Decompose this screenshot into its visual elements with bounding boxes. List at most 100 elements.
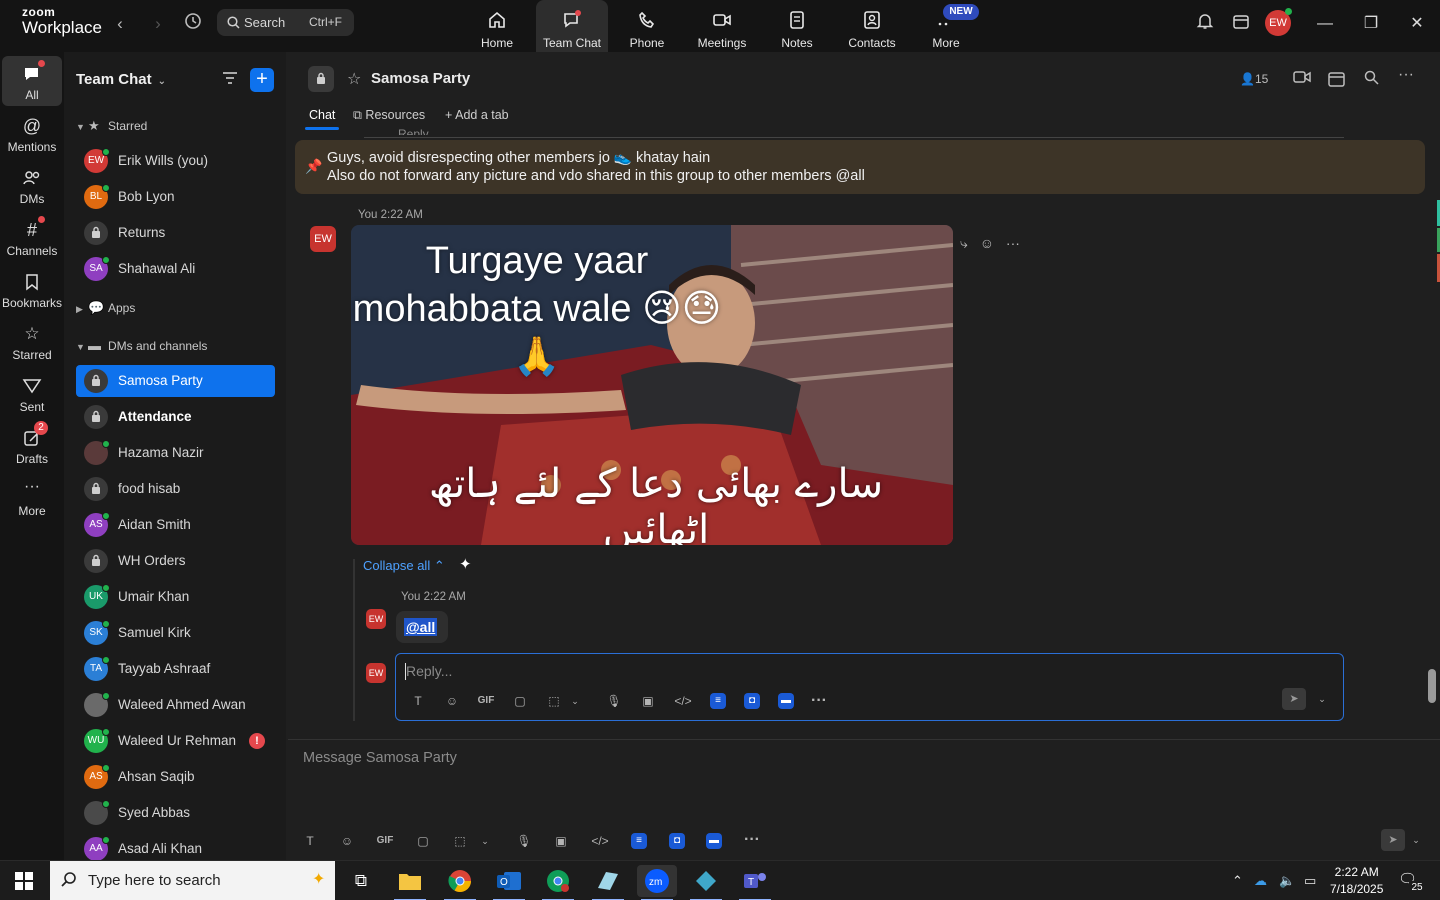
tray-chevron-up-icon[interactable]: ⌃ — [1232, 873, 1243, 889]
pinned-message[interactable]: 📌 Guys, avoid disrespecting other member… — [295, 140, 1425, 194]
task-view-icon[interactable]: ⧉ — [341, 865, 381, 897]
code-snippet-icon[interactable]: </> — [673, 691, 693, 711]
history-icon[interactable] — [181, 12, 205, 36]
chat-scrollbar[interactable] — [1428, 136, 1436, 726]
onedrive-icon[interactable]: ☁ — [1254, 873, 1267, 889]
more-actions-icon[interactable]: ··· — [1006, 235, 1020, 251]
rail-all[interactable]: All — [2, 56, 62, 106]
file-icon[interactable]: ▢ — [413, 831, 433, 851]
reply-thread-icon[interactable]: ⤷ — [960, 235, 968, 251]
file-icon[interactable]: ▢ — [510, 691, 530, 711]
app-diamond-icon[interactable] — [686, 865, 726, 900]
calendar-icon[interactable] — [1229, 12, 1253, 36]
sidebar-item[interactable]: Hazama Nazir — [76, 437, 275, 469]
sidebar-item[interactable]: WU Waleed Ur Rehman! — [76, 725, 275, 757]
chevron-down-icon[interactable]: ⌄ — [475, 831, 495, 851]
sidebar-item[interactable]: UK Umair Khan — [76, 581, 275, 613]
code-snippet-icon[interactable]: </> — [590, 831, 610, 851]
rail-starred[interactable]: ☆ Starred — [2, 316, 62, 366]
close-icon[interactable]: ✕ — [1405, 12, 1429, 36]
search-box[interactable]: Search Ctrl+F — [217, 9, 354, 36]
gif-icon[interactable]: GIF — [476, 691, 496, 711]
nav-team-chat[interactable]: Team Chat — [536, 0, 608, 52]
filter-icon[interactable] — [221, 70, 243, 90]
ai-sparkle-icon[interactable]: ✦ — [459, 555, 472, 573]
send-button[interactable]: ➤ — [1282, 688, 1306, 710]
scrollbar-thumb[interactable] — [1428, 669, 1436, 703]
more-options-icon[interactable]: ··· — [1398, 66, 1414, 84]
sidebar-item[interactable]: BL Bob Lyon — [76, 181, 275, 213]
restore-icon[interactable]: ❐ — [1359, 12, 1383, 36]
microphone-icon[interactable]: 🎙 — [604, 691, 624, 711]
microphone-icon[interactable]: 🎙 — [514, 831, 534, 851]
sidebar-item[interactable]: WH Orders — [76, 545, 275, 577]
screenshot-icon[interactable]: ⬚ — [544, 691, 564, 711]
sidebar-title[interactable]: Team Chat ⌄ — [76, 71, 166, 88]
more-tools-icon[interactable]: ··· — [809, 691, 829, 711]
section-dms-channels[interactable]: ▼ ▬ DMs and channels — [76, 336, 207, 356]
channel-name[interactable]: Samosa Party — [371, 70, 470, 87]
rail-dms[interactable]: DMs — [2, 160, 62, 210]
rail-mentions[interactable]: @ Mentions — [2, 108, 62, 158]
tab-add[interactable]: + Add a tab — [445, 108, 509, 122]
teams-icon[interactable]: T — [735, 865, 775, 900]
sidebar-item[interactable]: food hisab — [76, 473, 275, 505]
sidebar-item[interactable]: AS Aidan Smith — [76, 509, 275, 541]
network-icon[interactable]: ▭ — [1304, 873, 1316, 889]
mention-all[interactable]: @all — [404, 618, 438, 636]
gif-icon[interactable]: GIF — [375, 831, 395, 851]
tab-chat[interactable]: Chat — [309, 108, 335, 122]
new-chat-button[interactable]: + — [250, 68, 274, 92]
sidebar-item[interactable]: SK Samuel Kirk — [76, 617, 275, 649]
reply-message[interactable]: @all — [396, 611, 448, 643]
rail-more[interactable]: ··· More — [2, 472, 62, 522]
sidebar-item[interactable]: TA Tayyab Ashraaf — [76, 653, 275, 685]
chevron-down-icon[interactable]: ⌄ — [1312, 689, 1332, 709]
section-apps[interactable]: ▶ 💬 Apps — [76, 298, 135, 318]
nav-meetings[interactable]: Meetings — [686, 0, 758, 52]
members-count[interactable]: 👤15 — [1240, 72, 1268, 86]
sidebar-item[interactable]: AS Ahsan Saqib — [76, 761, 275, 793]
shared-image[interactable]: Turgaye yaar mohabbata wale 😢😓🙏 سارے بھا… — [351, 225, 953, 545]
nav-home[interactable]: Home — [461, 0, 533, 52]
search-icon[interactable] — [1364, 70, 1379, 88]
sidebar-item[interactable]: EW Erik Wills (you) — [76, 145, 275, 177]
notifications-bell-icon[interactable] — [1193, 12, 1217, 36]
app-icon-1[interactable]: ≡ — [710, 693, 726, 709]
app-icon-3[interactable]: ▬ — [778, 693, 794, 709]
rail-drafts[interactable]: Drafts — [2, 420, 62, 470]
collapse-all-button[interactable]: Collapse all ⌃ — [363, 558, 445, 574]
nav-contacts[interactable]: Contacts — [836, 0, 908, 52]
message-input[interactable]: Message Samosa Party — [303, 750, 457, 766]
sidebar-item[interactable]: Waleed Ahmed Awan — [76, 689, 275, 721]
rail-sent[interactable]: Sent — [2, 368, 62, 418]
rail-bookmarks[interactable]: Bookmarks — [2, 264, 62, 314]
volume-icon[interactable]: 🔈 — [1279, 873, 1295, 889]
app-icon-3[interactable]: ▬ — [706, 833, 722, 849]
file-explorer-icon[interactable] — [390, 865, 430, 900]
system-clock[interactable]: 2:22 AM 7/18/2025 — [1330, 864, 1383, 898]
video-call-icon[interactable] — [1293, 70, 1311, 87]
back-arrow-icon[interactable]: ‹ — [108, 12, 132, 36]
add-reaction-icon[interactable]: ☺ — [980, 235, 994, 251]
reply-sender-avatar[interactable]: EW — [366, 609, 386, 629]
sidebar-item[interactable]: AA Asad Ali Khan — [76, 833, 275, 860]
chevron-down-icon[interactable]: ⌄ — [1406, 830, 1426, 850]
rail-channels[interactable]: # Channels — [2, 212, 62, 262]
sidebar-item[interactable]: Returns — [76, 217, 275, 249]
outlook-icon[interactable]: O — [489, 865, 529, 900]
app-icon-2[interactable]: ◘ — [669, 833, 685, 849]
zoom-app-icon[interactable]: zm — [637, 865, 677, 900]
forward-arrow-icon[interactable]: › — [146, 12, 170, 36]
sidebar-item[interactable]: Attendance — [76, 401, 275, 433]
chevron-down-icon[interactable]: ⌄ — [565, 691, 585, 711]
tab-resources[interactable]: ⧉ Resources — [353, 108, 425, 123]
app-generic-icon[interactable] — [588, 865, 628, 900]
text-format-icon[interactable]: T — [408, 691, 428, 711]
sidebar-item[interactable]: SA Shahawal Ali — [76, 253, 275, 285]
star-icon[interactable]: ☆ — [347, 69, 361, 89]
chrome-icon[interactable] — [440, 865, 480, 900]
calendar-icon[interactable] — [1328, 70, 1345, 90]
section-starred[interactable]: ▼ ★ Starred — [76, 116, 147, 136]
sender-avatar[interactable]: EW — [310, 226, 336, 252]
